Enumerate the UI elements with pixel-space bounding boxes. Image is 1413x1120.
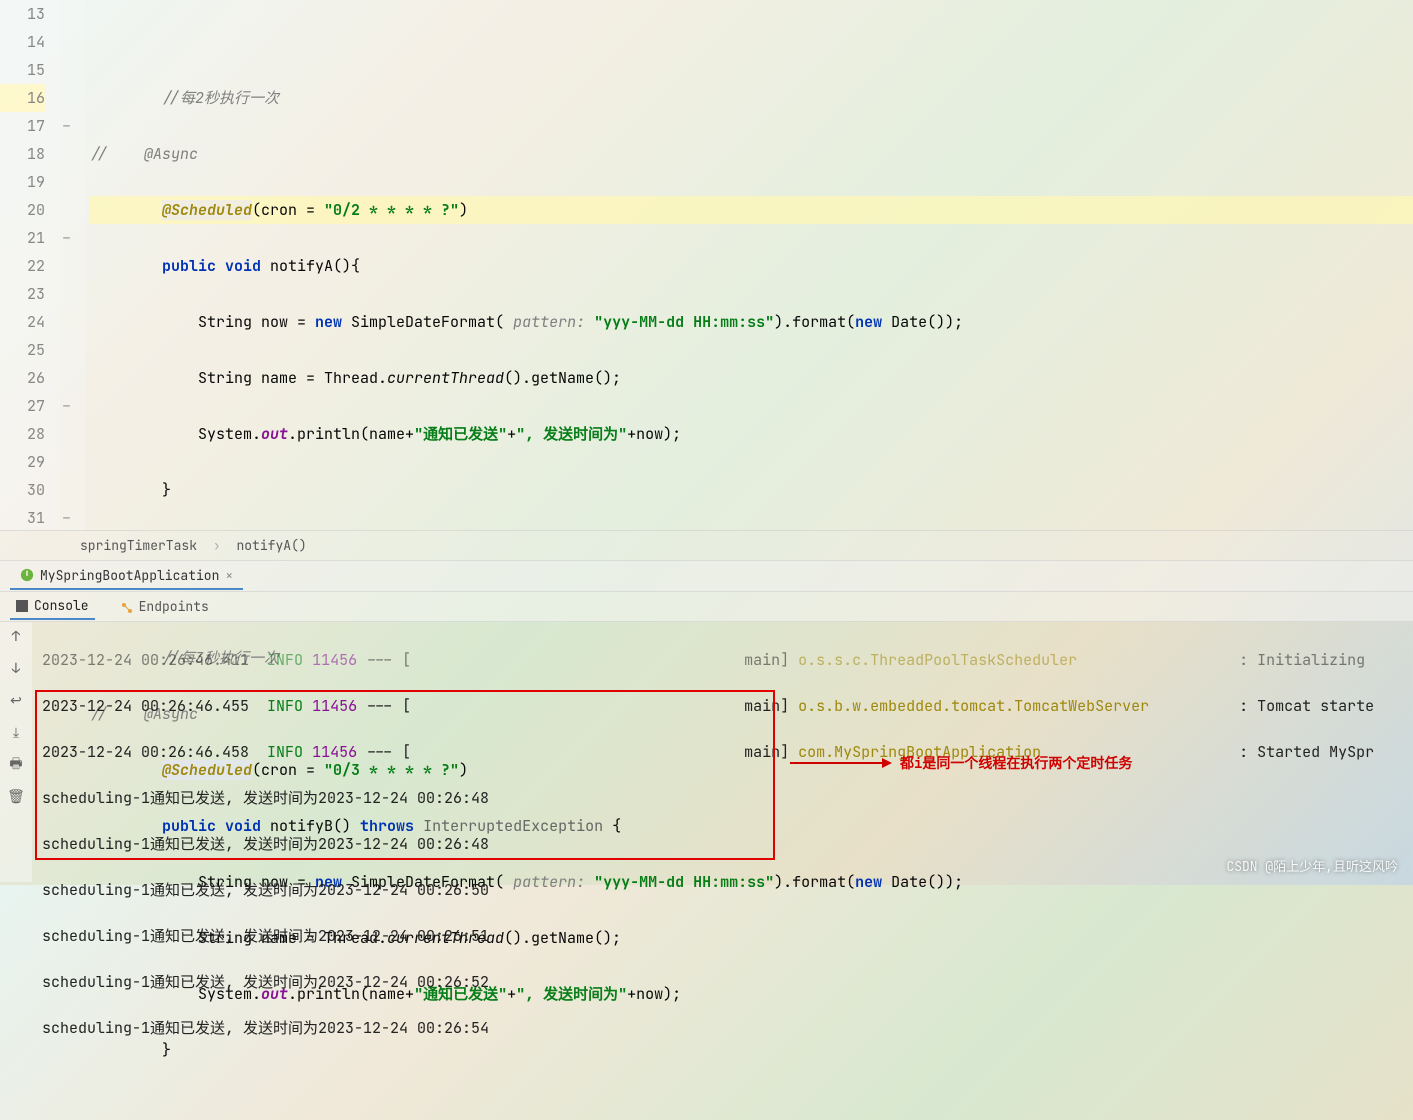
- scroll-up-icon[interactable]: ↑: [7, 628, 25, 646]
- print-icon[interactable]: 🖶: [7, 756, 25, 774]
- tab-console[interactable]: Console: [10, 593, 95, 620]
- console-line: scheduling-1通知已发送, 发送时间为2023-12-24 00:26…: [42, 833, 1403, 856]
- arrow-icon: [790, 762, 890, 764]
- console-line: scheduling-1通知已发送, 发送时间为2023-12-24 00:26…: [42, 925, 1403, 948]
- code-editor[interactable]: 13 14 15 16 17 18 19 20 21 22 23 24 25 2…: [0, 0, 1413, 530]
- scroll-to-end-icon[interactable]: ⤓: [7, 724, 25, 742]
- soft-wrap-icon[interactable]: ↩: [7, 692, 25, 710]
- spring-boot-icon: [20, 568, 34, 582]
- fold-column[interactable]: – – – –: [60, 0, 85, 530]
- console-line: scheduling-1通知已发送, 发送时间为2023-12-24 00:26…: [42, 879, 1403, 902]
- line-number-gutter: 13 14 15 16 17 18 19 20 21 22 23 24 25 2…: [0, 0, 60, 530]
- scheduled-annotation: @Scheduled: [162, 200, 252, 220]
- console-line: scheduling-1通知已发送, 发送时间为2023-12-24 00:26…: [42, 787, 1403, 810]
- console-toolbar: ↑ ↓ ↩ ⤓ 🖶 🗑: [0, 622, 32, 882]
- code-area[interactable]: //每2秒执行一次 // @Async @Scheduled(cron = "0…: [85, 0, 1413, 530]
- console-line: scheduling-1通知已发送, 发送时间为2023-12-24 00:26…: [42, 1017, 1403, 1040]
- watermark-text: CSDN @陌上少年,且听这风吟: [1226, 856, 1398, 875]
- console-output[interactable]: 2023-12-24 00:26:46.411 INFO 11456 --- […: [32, 622, 1413, 882]
- console-icon: [16, 600, 28, 612]
- console-line: scheduling-1通知已发送, 发送时间为2023-12-24 00:26…: [42, 971, 1403, 994]
- comment-text: //每2秒执行一次: [162, 88, 279, 108]
- console-panel: ↑ ↓ ↩ ⤓ 🖶 🗑 2023-12-24 00:26:46.411 INFO…: [0, 622, 1413, 882]
- annotation-text: 都i是同一个线程在执行两个定时任务: [900, 753, 1132, 773]
- trash-icon[interactable]: 🗑: [7, 788, 25, 806]
- annotation-arrow: 都i是同一个线程在执行两个定时任务: [790, 753, 1132, 773]
- scroll-down-icon[interactable]: ↓: [7, 660, 25, 678]
